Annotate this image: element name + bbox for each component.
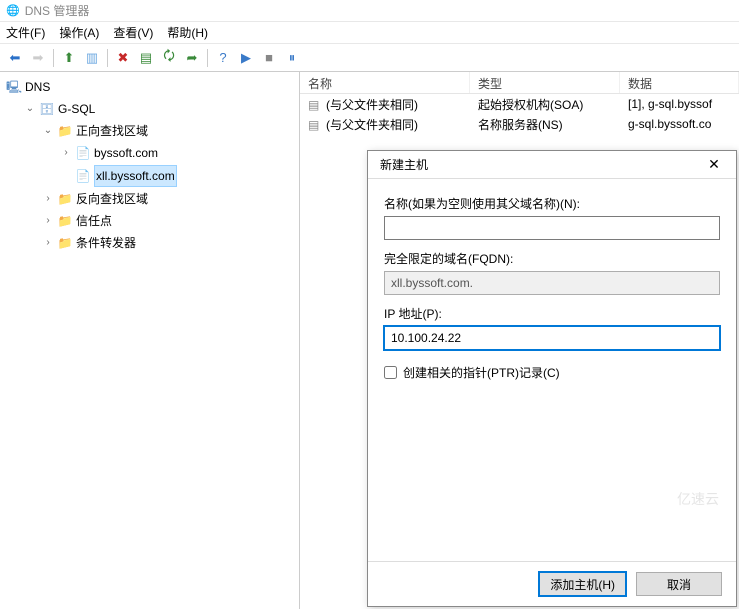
close-icon: ✕ [708,156,720,173]
dialog-title-bar[interactable]: 新建主机 ✕ [368,151,736,179]
menu-view[interactable]: 查看(V) [113,24,153,41]
expand-icon[interactable]: › [42,233,54,253]
zone-icon: 📄 [75,145,91,161]
tree-label-selected: xll.byssoft.com [94,165,177,187]
expand-icon[interactable]: › [42,211,54,231]
zone-icon: 📄 [75,168,91,184]
record-icon: ▤ [308,98,324,112]
tree-node-cond-forwarders[interactable]: › 📁 条件转发器 [40,232,297,254]
tree-node-reverse-zones[interactable]: › 📁 反向查找区域 [40,188,297,210]
close-button[interactable]: ✕ [698,154,730,176]
window-title-bar: 🌐 DNS 管理器 [0,0,739,22]
dialog-button-bar: 添加主机(H) 取消 [368,561,736,606]
record-row[interactable]: ▤(与父文件夹相同) 起始授权机构(SOA) [1], g-sql.byssof [300,94,739,114]
record-icon: ▤ [308,118,324,132]
menu-action[interactable]: 操作(A) [59,24,99,41]
fqdn-input [384,271,720,295]
cell-type: 起始授权机构(SOA) [470,96,620,113]
tree-label: 反向查找区域 [76,189,148,209]
add-host-button[interactable]: 添加主机(H) [539,572,626,596]
tree-label: DNS [25,77,50,97]
action-button-3[interactable]: ⏸ [281,47,303,69]
ip-label: IP 地址(P): [384,305,720,322]
tree-pane: 🖳 DNS ⌄ 🗄 G-SQL [0,72,300,609]
nav-back-button[interactable]: ⬅ [4,47,26,69]
dialog-body: 名称(如果为空则使用其父域名称)(N): 完全限定的域名(FQDN): IP 地… [368,179,736,561]
record-row[interactable]: ▤(与父文件夹相同) 名称服务器(NS) g-sql.byssoft.co [300,114,739,134]
expand-icon[interactable]: › [42,189,54,209]
export-button[interactable]: ➦ [181,47,203,69]
name-label: 名称(如果为空则使用其父域名称)(N): [384,195,720,212]
dialog-title: 新建主机 [380,156,428,173]
column-header-data[interactable]: 数据 [620,72,739,93]
fqdn-label: 完全限定的域名(FQDN): [384,250,720,267]
tree-label: 信任点 [76,211,112,231]
properties-button[interactable]: ▤ [135,47,157,69]
nav-tree: 🖳 DNS ⌄ 🗄 G-SQL [2,76,297,254]
cancel-button[interactable]: 取消 [636,572,722,596]
cell-type: 名称服务器(NS) [470,116,620,133]
action-button-1[interactable]: ▶ [235,47,257,69]
toolbar-separator [107,49,108,67]
folder-icon: 📁 [57,213,73,229]
ptr-checkbox-row[interactable]: 创建相关的指针(PTR)记录(C) [384,364,720,381]
collapse-icon[interactable]: ⌄ [24,99,36,119]
list-header: 名称 类型 数据 [300,72,739,94]
toolbar: ⬅ ➡ ⬆ ▥ ✖ ▤ 🗘 ➦ ? ▶ ■ ⏸ [0,44,739,72]
folder-icon: 📁 [57,123,73,139]
refresh-button[interactable]: 🗘 [158,47,180,69]
cell-data: g-sql.byssoft.co [620,117,739,131]
cancel-button-label: 取消 [667,576,691,593]
menu-bar: 文件(F) 操作(A) 查看(V) 帮助(H) [0,22,739,44]
toolbar-separator [53,49,54,67]
cell-name: (与父文件夹相同) [326,118,418,132]
action-button-2[interactable]: ■ [258,47,280,69]
ptr-checkbox-label: 创建相关的指针(PTR)记录(C) [403,364,560,381]
tree-node-zone-xll[interactable]: 📄 xll.byssoft.com [58,164,297,188]
tree-node-server[interactable]: ⌄ 🗄 G-SQL [22,98,297,120]
ptr-checkbox[interactable] [384,366,397,379]
delete-button[interactable]: ✖ [112,47,134,69]
tree-node-forward-zones[interactable]: ⌄ 📁 正向查找区域 [40,120,297,142]
menu-help[interactable]: 帮助(H) [167,24,208,41]
show-hide-tree-button[interactable]: ▥ [81,47,103,69]
server-icon: 🗄 [39,101,55,117]
help-button[interactable]: ? [212,47,234,69]
cell-data: [1], g-sql.byssof [620,97,739,111]
ip-address-input[interactable] [384,326,720,350]
dns-root-icon: 🖳 [6,79,22,95]
tree-label: 条件转发器 [76,233,136,253]
menu-file[interactable]: 文件(F) [6,24,45,41]
column-header-name[interactable]: 名称 [300,72,470,93]
expand-icon[interactable]: › [60,143,72,163]
tree-label: G-SQL [58,99,95,119]
folder-icon: 📁 [57,191,73,207]
tree-node-dns-root[interactable]: 🖳 DNS [4,76,297,98]
nav-forward-button[interactable]: ➡ [27,47,49,69]
add-host-button-label: 添加主机(H) [550,576,615,593]
name-input[interactable] [384,216,720,240]
dns-app-icon: 🌐 [6,4,20,17]
tree-node-trust-points[interactable]: › 📁 信任点 [40,210,297,232]
up-level-button[interactable]: ⬆ [58,47,80,69]
column-header-type[interactable]: 类型 [470,72,620,93]
folder-icon: 📁 [57,235,73,251]
window-title: DNS 管理器 [25,2,90,19]
tree-label: 正向查找区域 [76,121,148,141]
cell-name: (与父文件夹相同) [326,98,418,112]
collapse-icon[interactable]: ⌄ [42,121,54,141]
toolbar-separator [207,49,208,67]
tree-node-zone-byssoft[interactable]: › 📄 byssoft.com [58,142,297,164]
new-host-dialog: 新建主机 ✕ 名称(如果为空则使用其父域名称)(N): 完全限定的域名(FQDN… [367,150,737,607]
tree-label: byssoft.com [94,143,158,163]
